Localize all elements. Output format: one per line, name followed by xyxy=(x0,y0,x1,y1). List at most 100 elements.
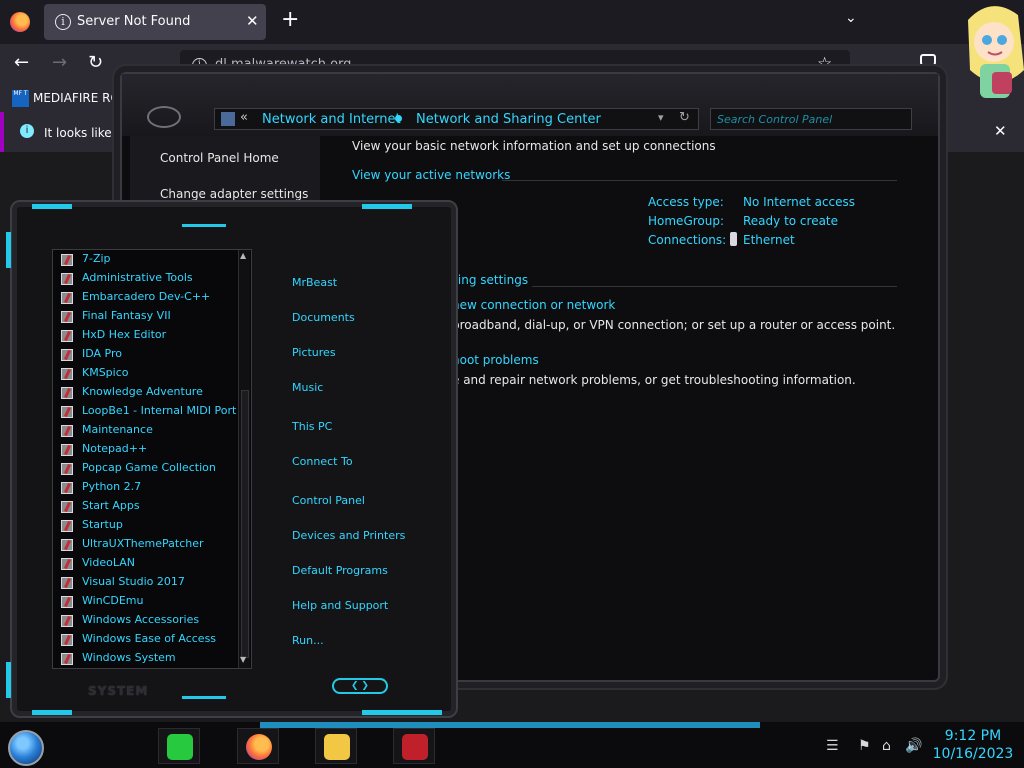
frame-accent xyxy=(6,662,11,698)
program-folder-icon xyxy=(61,463,73,475)
bookmark-star-icon[interactable]: ☆ xyxy=(817,54,832,74)
program-list-item[interactable]: Maintenance xyxy=(58,422,238,440)
program-list-item[interactable]: Python 2.7 xyxy=(58,479,238,497)
start-menu-item-music[interactable]: Music xyxy=(292,381,323,394)
start-menu-footer-label: SYSTEM xyxy=(88,684,149,698)
program-list-item[interactable]: 7-Zip xyxy=(58,251,238,269)
close-notification-icon[interactable]: ✕ xyxy=(994,122,1007,140)
scroll-down-icon[interactable]: ▼ xyxy=(240,655,246,664)
program-label: IDA Pro xyxy=(82,347,122,360)
program-folder-icon xyxy=(61,596,73,608)
active-networks-link[interactable]: View your active networks xyxy=(352,168,510,182)
reload-button[interactable]: ↻ xyxy=(88,52,103,73)
start-menu-item-run[interactable]: Run... xyxy=(292,634,324,647)
new-connection-link[interactable]: new connection or network xyxy=(452,298,615,312)
troubleshoot-link[interactable]: hoot problems xyxy=(452,353,539,367)
start-menu-item-help-and-support[interactable]: Help and Support xyxy=(292,599,388,612)
program-label: Startup xyxy=(82,518,123,531)
frame-accent xyxy=(362,710,442,715)
start-menu-item-devices-and-printers[interactable]: Devices and Printers xyxy=(292,529,405,542)
start-menu-item-mrbeast[interactable]: MrBeast xyxy=(292,276,337,289)
program-label: Visual Studio 2017 xyxy=(82,575,185,588)
frame-accent xyxy=(6,232,11,268)
ethernet-link[interactable]: Ethernet xyxy=(743,233,795,247)
search-input[interactable]: Search Control Panel xyxy=(710,108,912,130)
program-list-item[interactable]: HxD Hex Editor xyxy=(58,327,238,345)
sidebar-item-home[interactable]: Control Panel Home xyxy=(160,151,279,165)
show-desktop-icon[interactable]: ☰ xyxy=(826,738,839,754)
scrollbar-thumb[interactable] xyxy=(241,390,249,658)
program-list-item[interactable]: KMSpico xyxy=(58,365,238,383)
program-list-item[interactable]: Knowledge Adventure xyxy=(58,384,238,402)
program-label: KMSpico xyxy=(82,366,129,379)
program-folder-icon xyxy=(61,615,73,627)
program-list-item[interactable]: Embarcadero Dev-C++ xyxy=(58,289,238,307)
breadcrumb[interactable]: « Network and Internet Network and Shari… xyxy=(214,108,699,130)
program-list-item[interactable]: WinCDEmu xyxy=(58,593,238,611)
start-menu-item-documents[interactable]: Documents xyxy=(292,311,355,324)
start-menu-item-this-pc[interactable]: This PC xyxy=(292,420,332,433)
breadcrumb-overflow-button[interactable]: « xyxy=(240,110,248,125)
program-list-item[interactable]: Windows Ease of Access xyxy=(58,631,238,649)
taskbar-clock[interactable]: 9:12 PM 10/16/2023 xyxy=(928,727,1018,763)
taskbar-app-file-explorer[interactable] xyxy=(315,728,357,764)
chevron-down-icon[interactable]: ▾ xyxy=(658,111,664,124)
program-list-item[interactable]: UltraUXThemePatcher xyxy=(58,536,238,554)
volume-icon[interactable]: 🔊 xyxy=(905,738,922,754)
back-button[interactable]: ← xyxy=(14,52,29,73)
refresh-icon[interactable]: ↻ xyxy=(679,110,690,125)
breadcrumb-network-internet[interactable]: Network and Internet xyxy=(262,112,401,127)
control-panel-icon xyxy=(221,112,235,126)
program-folder-icon xyxy=(61,349,73,361)
firefox-icon[interactable] xyxy=(10,12,30,32)
program-list-item[interactable]: Visual Studio 2017 xyxy=(58,574,238,592)
program-list-item[interactable]: Start Apps xyxy=(58,498,238,516)
programs-list[interactable]: ▲ ▼ 7-Zip Administrative Tools Embarcadero… xyxy=(52,249,252,669)
scrollbar[interactable]: ▲ ▼ xyxy=(238,250,250,668)
new-tab-button[interactable]: + xyxy=(281,9,299,31)
network-icon[interactable]: ⌂ xyxy=(882,738,891,754)
chevron-down-icon[interactable]: ⌄ xyxy=(845,10,857,26)
sidebar-item-adapter-settings[interactable]: Change adapter settings xyxy=(160,187,308,201)
program-list-item[interactable]: Windows Accessories xyxy=(58,612,238,630)
program-list-item[interactable]: LoopBe1 - Internal MIDI Port xyxy=(58,403,238,421)
program-list-item[interactable]: VideoLAN xyxy=(58,555,238,573)
site-info-icon[interactable]: i xyxy=(192,58,207,73)
program-list-item[interactable]: Final Fantasy VII xyxy=(58,308,238,326)
close-tab-icon[interactable]: ✕ xyxy=(246,12,259,30)
start-button[interactable] xyxy=(8,730,44,766)
program-folder-icon xyxy=(61,368,73,380)
program-folder-icon xyxy=(61,558,73,570)
start-menu-item-default-programs[interactable]: Default Programs xyxy=(292,564,388,577)
frame-accent xyxy=(182,224,226,227)
taskbar-app-game[interactable] xyxy=(393,728,435,764)
window-menu-icon[interactable] xyxy=(147,106,181,128)
program-folder-icon xyxy=(61,425,73,437)
program-list-item[interactable]: Windows System xyxy=(58,650,238,668)
firefox-icon xyxy=(246,734,272,760)
url-text[interactable]: dl.malwarewatch.org xyxy=(215,57,351,72)
start-menu-item-pictures[interactable]: Pictures xyxy=(292,346,336,359)
start-menu-item-connect-to[interactable]: Connect To xyxy=(292,455,353,468)
program-list-item[interactable]: IDA Pro xyxy=(58,346,238,364)
program-list-item[interactable]: Administrative Tools xyxy=(58,270,238,288)
bookmark-item[interactable]: MEDIAFIRE RO xyxy=(33,91,120,105)
program-list-item[interactable]: Popcap Game Collection xyxy=(58,460,238,478)
taskbar-app-notes[interactable] xyxy=(158,728,200,764)
taskbar-app-firefox[interactable] xyxy=(237,728,279,764)
flag-icon[interactable]: ⚑ xyxy=(858,738,871,754)
forward-button[interactable]: → xyxy=(52,52,67,73)
program-folder-icon xyxy=(61,330,73,342)
arrow-nav-button[interactable]: ❮ ❯ xyxy=(332,678,388,694)
breadcrumb-sharing-center[interactable]: Network and Sharing Center xyxy=(416,112,601,127)
program-label: Python 2.7 xyxy=(82,480,142,493)
program-folder-icon xyxy=(61,273,73,285)
homegroup-link[interactable]: Ready to create xyxy=(743,214,838,228)
pocket-icon[interactable] xyxy=(920,54,936,70)
start-menu-item-control-panel[interactable]: Control Panel xyxy=(292,494,365,507)
browser-tab[interactable]: i Server Not Found ✕ xyxy=(44,4,266,40)
program-list-item[interactable]: Notepad++ xyxy=(58,441,238,459)
program-list-item[interactable]: Startup xyxy=(58,517,238,535)
info-icon: i xyxy=(55,14,71,30)
scroll-up-icon[interactable]: ▲ xyxy=(240,251,246,260)
